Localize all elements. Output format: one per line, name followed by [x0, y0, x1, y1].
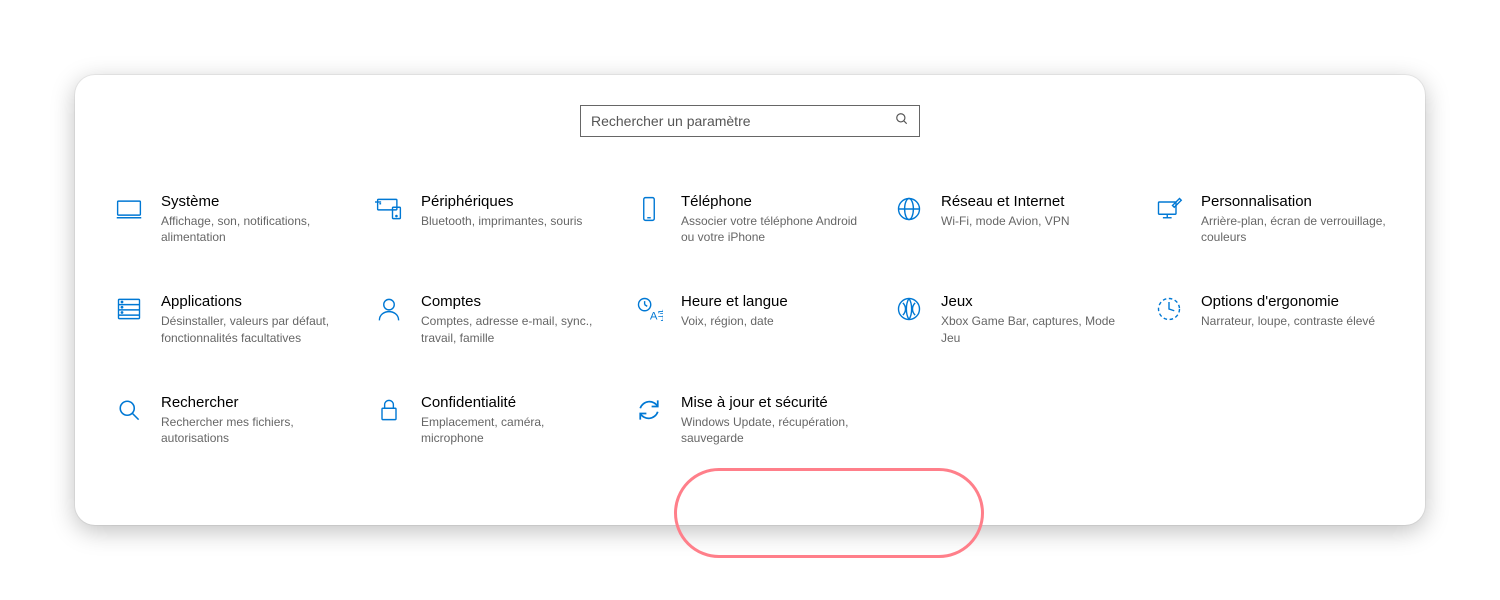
tile-title: Téléphone	[681, 193, 867, 210]
tile-phone[interactable]: Téléphone Associer votre téléphone Andro…	[625, 187, 875, 251]
tile-system[interactable]: Système Affichage, son, notifications, a…	[105, 187, 355, 251]
search-input[interactable]	[591, 113, 895, 129]
tile-ease-of-access[interactable]: Options d'ergonomie Narrateur, loupe, co…	[1145, 287, 1395, 351]
tile-devices[interactable]: Périphériques Bluetooth, imprimantes, so…	[365, 187, 615, 251]
update-icon	[633, 394, 665, 426]
tile-title: Jeux	[941, 293, 1127, 310]
tile-network[interactable]: Réseau et Internet Wi-Fi, mode Avion, VP…	[885, 187, 1135, 251]
tile-title: Réseau et Internet	[941, 193, 1127, 210]
search-icon	[895, 112, 909, 131]
tile-desc: Emplacement, caméra, microphone	[421, 414, 607, 446]
system-icon	[113, 193, 145, 225]
tile-accounts[interactable]: Comptes Comptes, adresse e-mail, sync., …	[365, 287, 615, 351]
tile-title: Rechercher	[161, 394, 347, 411]
tile-title: Confidentialité	[421, 394, 607, 411]
tile-search[interactable]: Rechercher Rechercher mes fichiers, auto…	[105, 388, 355, 452]
tile-desc: Rechercher mes fichiers, autorisations	[161, 414, 347, 446]
devices-icon	[373, 193, 405, 225]
tile-desc: Associer votre téléphone Android ou votr…	[681, 213, 867, 245]
time-language-icon: A字	[633, 293, 665, 325]
settings-window: Système Affichage, son, notifications, a…	[75, 75, 1425, 525]
gaming-icon	[893, 293, 925, 325]
tile-time-language[interactable]: A字 Heure et langue Voix, région, date	[625, 287, 875, 351]
tile-title: Comptes	[421, 293, 607, 310]
network-icon	[893, 193, 925, 225]
tile-title: Système	[161, 193, 347, 210]
ease-of-access-icon	[1153, 293, 1185, 325]
search-area	[95, 105, 1405, 137]
tile-title: Mise à jour et sécurité	[681, 394, 867, 411]
tile-desc: Comptes, adresse e-mail, sync., travail,…	[421, 313, 607, 345]
accounts-icon	[373, 293, 405, 325]
phone-icon	[633, 193, 665, 225]
search-box[interactable]	[580, 105, 920, 137]
tile-personalization[interactable]: Personnalisation Arrière-plan, écran de …	[1145, 187, 1395, 251]
personalization-icon	[1153, 193, 1185, 225]
tile-desc: Arrière-plan, écran de verrouillage, cou…	[1201, 213, 1387, 245]
tile-desc: Voix, région, date	[681, 313, 867, 329]
search-category-icon	[113, 394, 145, 426]
apps-icon	[113, 293, 145, 325]
tile-title: Personnalisation	[1201, 193, 1387, 210]
tile-title: Périphériques	[421, 193, 607, 210]
tile-gaming[interactable]: Jeux Xbox Game Bar, captures, Mode Jeu	[885, 287, 1135, 351]
tile-privacy[interactable]: Confidentialité Emplacement, caméra, mic…	[365, 388, 615, 452]
tile-desc: Xbox Game Bar, captures, Mode Jeu	[941, 313, 1127, 345]
tile-apps[interactable]: Applications Désinstaller, valeurs par d…	[105, 287, 355, 351]
tile-desc: Windows Update, récupération, sauvegarde	[681, 414, 867, 446]
tile-title: Applications	[161, 293, 347, 310]
svg-text:A字: A字	[650, 309, 663, 323]
tile-title: Options d'ergonomie	[1201, 293, 1387, 310]
tile-desc: Narrateur, loupe, contraste élevé	[1201, 313, 1387, 329]
tile-update-security[interactable]: Mise à jour et sécurité Windows Update, …	[625, 388, 875, 452]
tile-desc: Wi-Fi, mode Avion, VPN	[941, 213, 1127, 229]
settings-grid: Système Affichage, son, notifications, a…	[95, 187, 1405, 452]
highlight-annotation	[674, 468, 984, 558]
tile-desc: Bluetooth, imprimantes, souris	[421, 213, 607, 229]
tile-desc: Désinstaller, valeurs par défaut, foncti…	[161, 313, 347, 345]
tile-title: Heure et langue	[681, 293, 867, 310]
privacy-icon	[373, 394, 405, 426]
tile-desc: Affichage, son, notifications, alimentat…	[161, 213, 347, 245]
